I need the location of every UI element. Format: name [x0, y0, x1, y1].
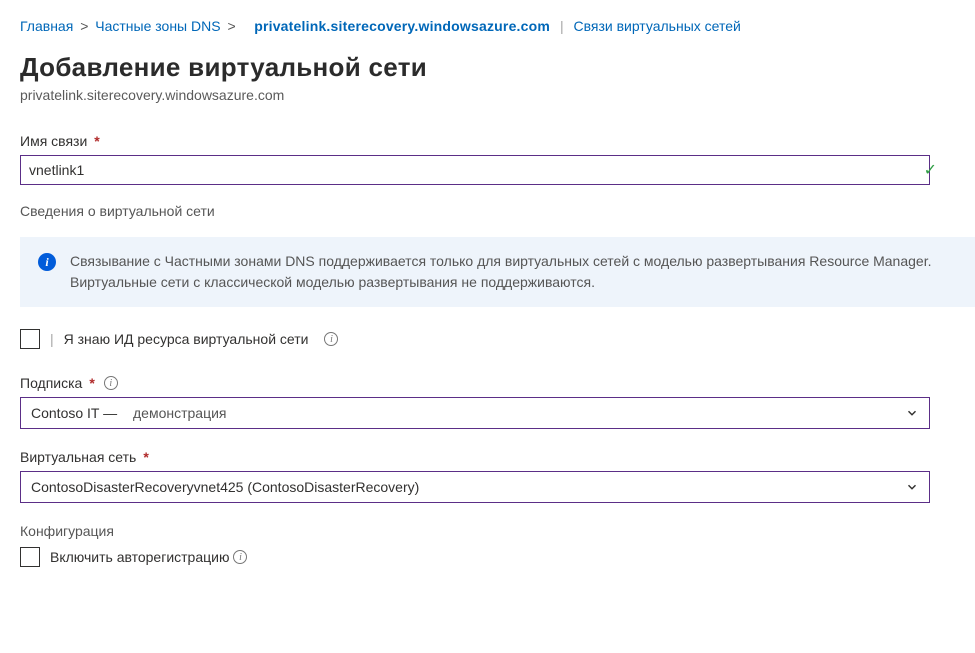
autoreg-checkbox[interactable]: [20, 547, 40, 567]
autoreg-row: Включить авторегистрацию i: [20, 547, 955, 567]
info-circle-icon[interactable]: i: [233, 550, 247, 564]
required-icon: *: [94, 133, 99, 149]
subscription-value-sub: демонстрация: [133, 405, 227, 421]
breadcrumb-sep: >: [227, 18, 235, 34]
chevron-down-icon: [905, 480, 919, 494]
breadcrumb-sep: >: [80, 18, 88, 34]
know-id-label: Я знаю ИД ресурса виртуальной сети: [64, 331, 309, 347]
breadcrumb-pipe: |: [560, 18, 564, 34]
check-icon: ✓: [924, 160, 937, 180]
subscription-value-main: Contoso IT —: [31, 405, 117, 421]
know-id-row: | Я знаю ИД ресурса виртуальной сети i: [20, 329, 955, 349]
info-icon: i: [38, 253, 56, 271]
config-label: Конфигурация: [20, 523, 955, 539]
info-circle-icon[interactable]: i: [104, 376, 118, 390]
breadcrumb-zone-name[interactable]: privatelink.siterecovery.windowsazure.co…: [254, 18, 550, 34]
breadcrumb: Главная > Частные зоны DNS > privatelink…: [20, 18, 955, 34]
link-name-label: Имя связи *: [20, 133, 955, 149]
info-circle-icon[interactable]: i: [324, 332, 338, 346]
info-text: Связывание с Частными зонами DNS поддерж…: [70, 251, 957, 293]
chevron-down-icon: [905, 406, 919, 420]
page-title: Добавление виртуальной сети: [20, 52, 955, 83]
link-name-input[interactable]: [20, 155, 930, 185]
breadcrumb-links[interactable]: Связи виртуальных сетей: [573, 18, 740, 34]
required-icon: *: [89, 375, 94, 391]
vnet-label: Виртуальная сеть *: [20, 449, 955, 465]
breadcrumb-zones[interactable]: Частные зоны DNS: [95, 18, 220, 34]
info-banner: i Связывание с Частными зонами DNS подде…: [20, 237, 975, 307]
breadcrumb-home[interactable]: Главная: [20, 18, 73, 34]
subscription-label: Подписка * i: [20, 375, 955, 391]
page-subtitle: privatelink.siterecovery.windowsazure.co…: [20, 87, 955, 103]
subscription-select[interactable]: Contoso IT — демонстрация: [20, 397, 930, 429]
vnet-select[interactable]: ContosoDisasterRecoveryvnet425 (ContosoD…: [20, 471, 930, 503]
required-icon: *: [143, 449, 148, 465]
autoreg-label: Включить авторегистрацию: [50, 549, 229, 565]
vnet-value: ContosoDisasterRecoveryvnet425 (ContosoD…: [31, 479, 419, 495]
vnet-section-label: Сведения о виртуальной сети: [20, 203, 955, 219]
know-id-checkbox[interactable]: [20, 329, 40, 349]
separator-icon: |: [50, 331, 54, 347]
